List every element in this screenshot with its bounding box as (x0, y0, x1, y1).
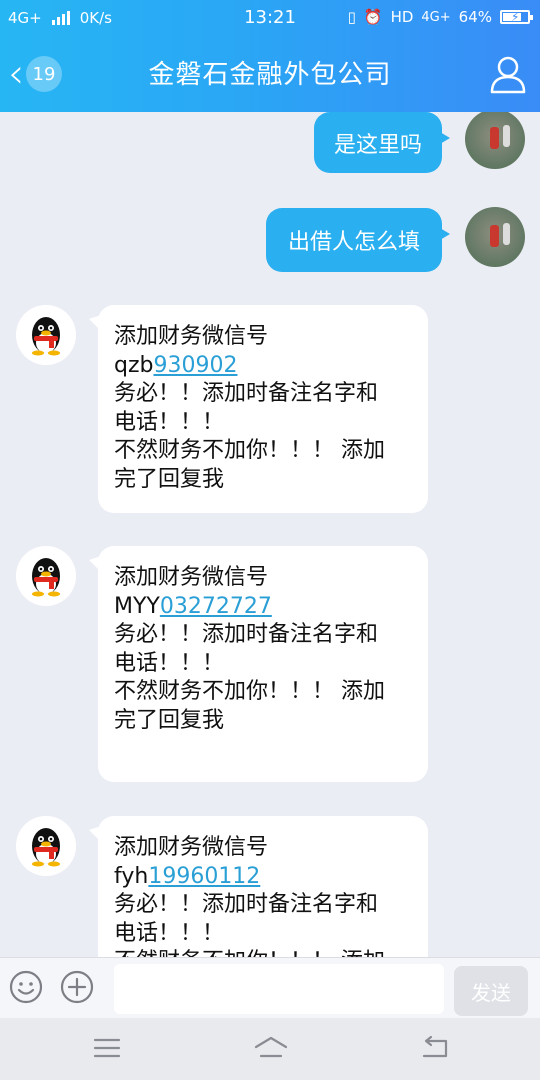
message-line: 务必！！添加时备注名字和 (114, 622, 379, 647)
message-line: 不然财务不加你！！！ 添加 (114, 679, 385, 704)
message-bubble-outgoing[interactable]: 出借人怎么填 (266, 208, 450, 272)
top-bar: 4G+ 0K/s 13:21 ▯ ⏰ HD 4G+ 64% ⚡ ‹ 19 金磐石… (0, 0, 540, 112)
wechat-id-link[interactable]: 930902 (153, 353, 237, 378)
chat-title: 金磐石金融外包公司 (148, 60, 392, 90)
user-avatar[interactable] (465, 207, 525, 267)
battery-icon: ⚡ (500, 10, 533, 24)
message-line: 完了回复我 (114, 707, 225, 733)
message-line: 电话！！！ (114, 409, 225, 435)
message-text: 出借人怎么填 (287, 230, 420, 255)
wechat-id: MYY03272727 (114, 593, 272, 619)
network-type-right: 4G+ (421, 9, 451, 25)
message-line: 添加财务微信号 (114, 324, 269, 349)
plus-icon[interactable] (60, 970, 94, 1004)
alarm-icon: ⏰ (363, 8, 383, 26)
message-line: 不然财务不加你！！！ 添加 (114, 438, 385, 463)
battery-percent: 64% (458, 8, 492, 26)
message-line: 不然财务不加你！！！ 添加 (114, 948, 412, 957)
message-bubble-incoming[interactable]: 添加财务微信号 qzb930902 务必！！添加时备注名字和 电话！！！ 不然财… (89, 305, 428, 513)
wechat-id-link[interactable]: 03272727 (160, 594, 272, 619)
chat-area[interactable]: 是这里吗 出借人怎么填 添加财务微信号 qzb930902 务必！！添加时备注名… (0, 112, 540, 957)
menu-icon[interactable] (92, 1034, 122, 1062)
message-line: 添加财务微信号 (114, 835, 269, 860)
vibrate-icon: ▯ (347, 8, 356, 26)
emoji-icon[interactable] (9, 970, 43, 1004)
qq-penguin-avatar[interactable] (16, 546, 76, 606)
status-bar: 4G+ 0K/s 13:21 ▯ ⏰ HD 4G+ 64% ⚡ (0, 0, 540, 36)
qq-penguin-avatar[interactable] (16, 816, 76, 876)
message-line: 务必！！添加时备注名字和 (114, 892, 379, 917)
wechat-id: qzb930902 (114, 352, 238, 378)
message-line: 电话！！！ (114, 650, 225, 676)
message-bubble-outgoing[interactable]: 是这里吗 (314, 112, 450, 173)
qq-penguin-avatar[interactable] (16, 305, 76, 365)
input-bar: 发送 (0, 957, 540, 1018)
hd-label: HD (390, 8, 414, 26)
message-input[interactable] (114, 964, 444, 1014)
chat-header: ‹ 19 金磐石金融外包公司 (0, 36, 540, 112)
back-nav-icon[interactable] (420, 1034, 450, 1062)
message-bubble-incoming[interactable]: 添加财务微信号 MYY03272727 务必！！添加时备注名字和 电话！！！ 不… (89, 546, 428, 782)
message-bubble-incoming[interactable]: 添加财务微信号 fyh19960112 务必！！添加时备注名字和 电话！！！ 不… (89, 816, 428, 957)
message-line: 电话！！！ (114, 920, 225, 946)
message-line: 完了回复我 (114, 466, 225, 492)
message-line: 添加财务微信号 (114, 565, 269, 590)
message-line: 务必！！添加时备注名字和 (114, 381, 379, 406)
wechat-id: fyh19960112 (114, 863, 261, 889)
home-icon[interactable] (253, 1034, 289, 1062)
profile-icon[interactable] (490, 54, 526, 94)
wechat-id-link[interactable]: 19960112 (148, 864, 260, 889)
send-button[interactable]: 发送 (454, 966, 528, 1016)
message-text: 是这里吗 (333, 132, 422, 158)
user-avatar[interactable] (465, 112, 525, 169)
system-nav-bar (0, 1018, 540, 1080)
